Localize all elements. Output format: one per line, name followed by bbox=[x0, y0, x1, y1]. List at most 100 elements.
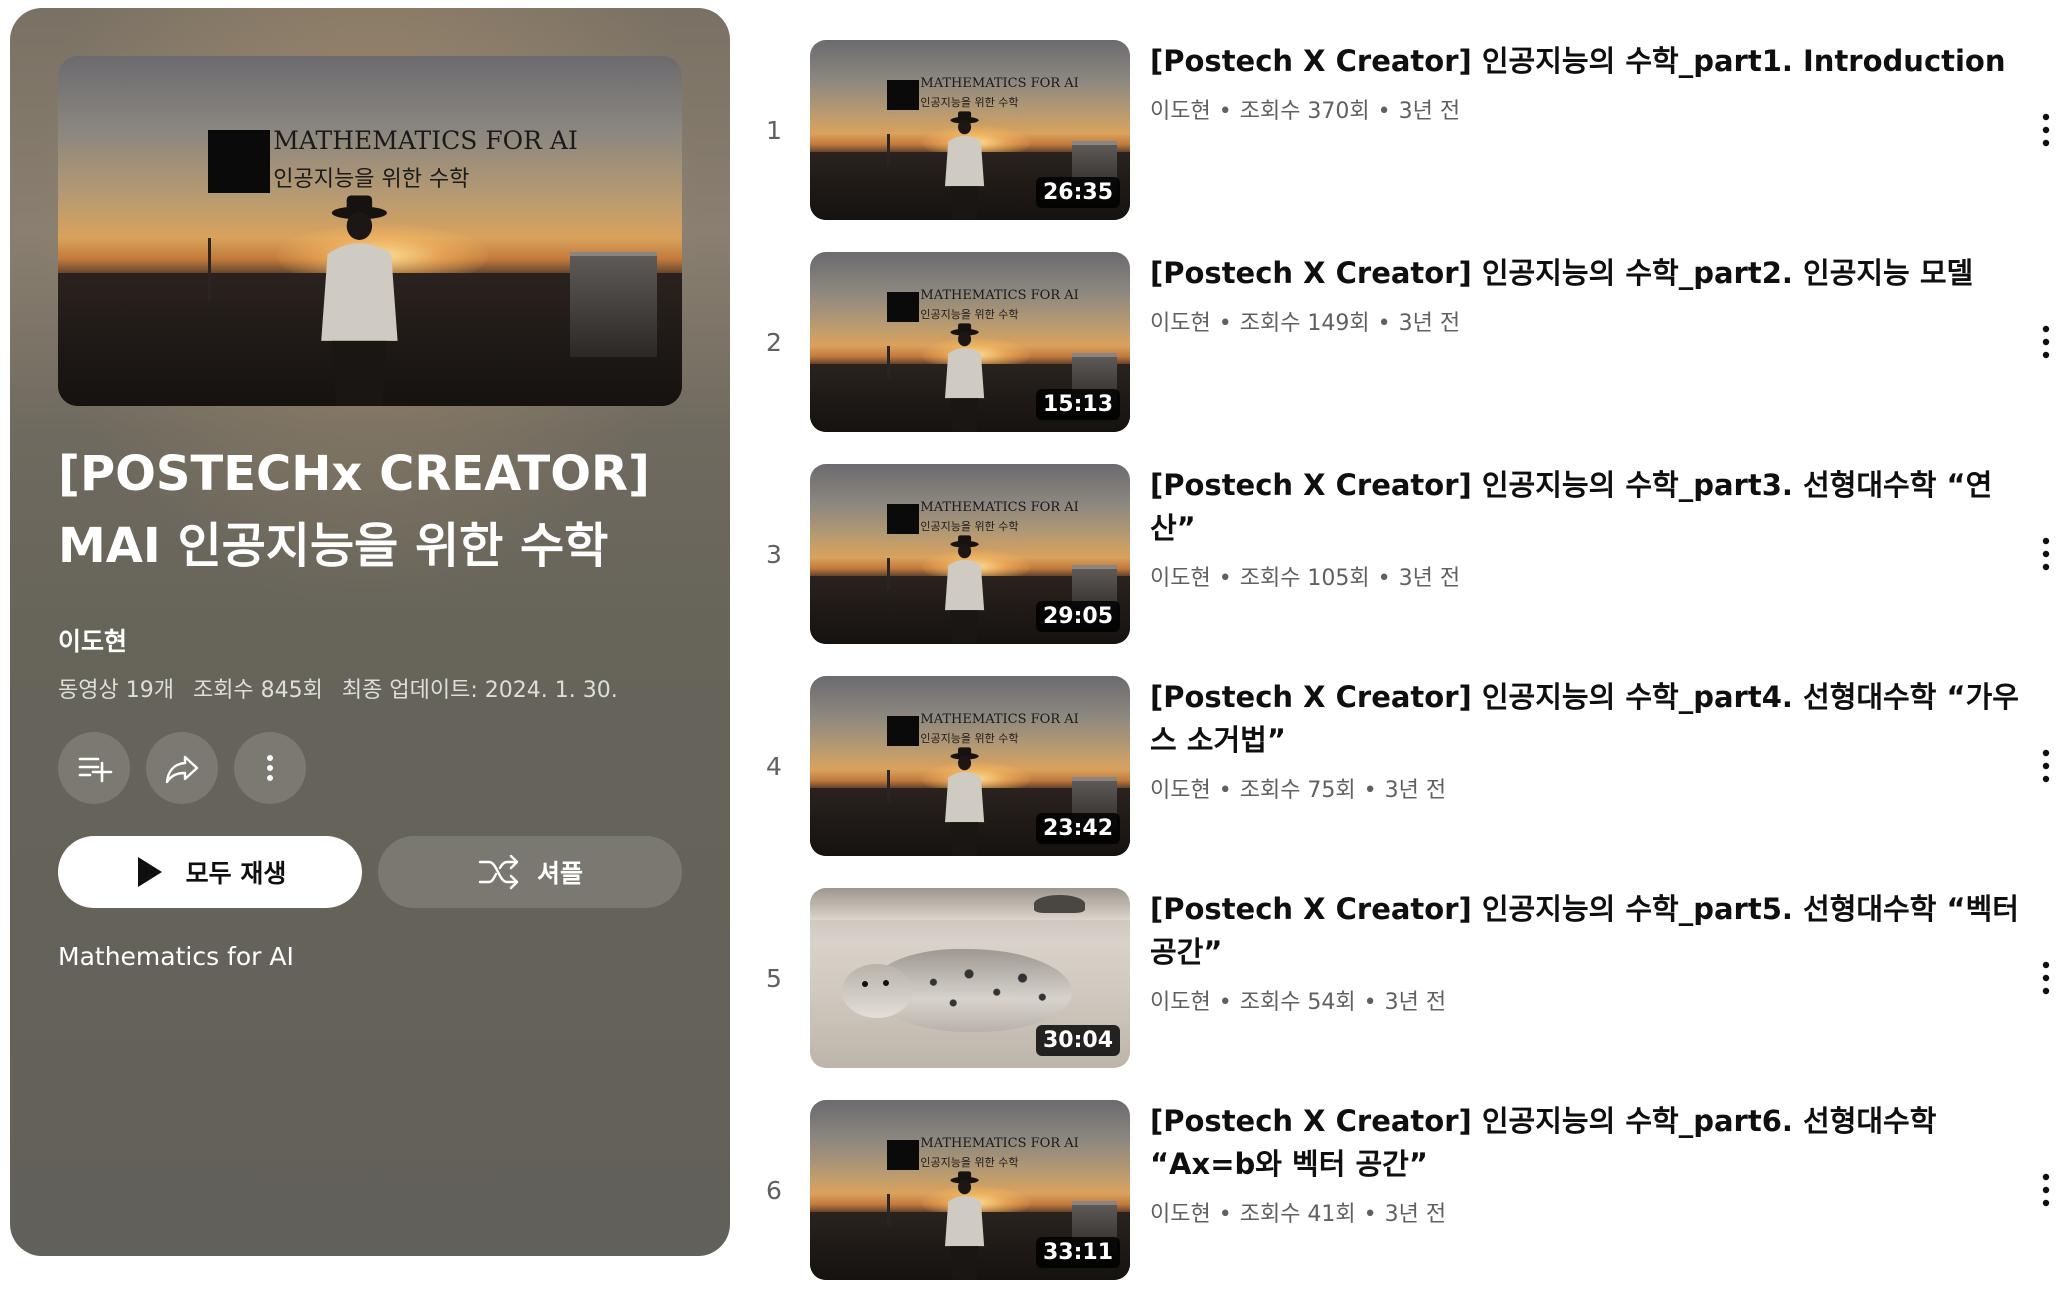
video-row[interactable]: 4 MATHEMATICS FOR AI 인공지능을 위한 수학 23:42 [… bbox=[752, 676, 2068, 888]
playlist-title-line1: [POSTECHx CREATOR] bbox=[58, 446, 650, 502]
video-title[interactable]: [Postech X Creator] 인공지능의 수학_part2. 인공지능… bbox=[1150, 252, 2020, 295]
video-title[interactable]: [Postech X Creator] 인공지능의 수학_part3. 선형대수… bbox=[1150, 464, 2020, 550]
video-more-button[interactable] bbox=[2026, 888, 2066, 1068]
logo-block bbox=[886, 715, 919, 747]
beach-rock bbox=[1034, 895, 1086, 914]
playlist-actions bbox=[58, 732, 306, 804]
thumbnail-pole bbox=[886, 1193, 890, 1226]
video-thumbnail[interactable]: MATHEMATICS FOR AI 인공지능을 위한 수학 23:42 bbox=[810, 676, 1130, 856]
share-button[interactable] bbox=[146, 732, 218, 804]
thumbnail-person bbox=[321, 195, 398, 406]
more-vertical-icon bbox=[2042, 113, 2050, 147]
video-more-button[interactable] bbox=[2026, 252, 2066, 432]
more-vertical-icon bbox=[2042, 1173, 2050, 1207]
more-vertical-icon bbox=[2042, 325, 2050, 359]
more-vertical-icon bbox=[2042, 537, 2050, 571]
channel-name[interactable]: 이도현 bbox=[1150, 311, 1211, 336]
separator-dot: • bbox=[1363, 990, 1377, 1015]
shuffle-button[interactable]: 셔플 bbox=[378, 836, 682, 908]
video-index: 4 bbox=[766, 751, 782, 781]
video-more-button[interactable] bbox=[2026, 676, 2066, 856]
view-count: 조회수 845회 bbox=[192, 678, 323, 703]
video-meta: 이도현 • 조회수 105회 • 3년 전 bbox=[1150, 560, 2020, 592]
logo-block bbox=[207, 129, 271, 193]
play-all-button[interactable]: 모두 재생 bbox=[58, 836, 362, 908]
channel-name[interactable]: 이도현 bbox=[1150, 99, 1211, 124]
thumbnail-title-korean: 인공지능을 위한 수학 bbox=[920, 308, 1019, 321]
upload-age: 3년 전 bbox=[1384, 778, 1447, 803]
separator-dot: • bbox=[1377, 566, 1391, 591]
save-to-library-button[interactable] bbox=[58, 732, 130, 804]
share-icon bbox=[165, 755, 199, 784]
more-vertical-icon bbox=[2042, 961, 2050, 995]
duration-badge: 26:35 bbox=[1035, 177, 1120, 208]
playlist-header-panel: MATHEMATICS FOR AI 인공지능을 위한 수학 [POSTECHx… bbox=[10, 8, 730, 1256]
seal-eye bbox=[861, 980, 868, 987]
view-count: 조회수 149회 bbox=[1239, 311, 1370, 336]
thumbnail-person bbox=[944, 323, 985, 432]
video-more-button[interactable] bbox=[2026, 464, 2066, 644]
video-info: [Postech X Creator] 인공지능의 수학_part3. 선형대수… bbox=[1150, 464, 2020, 592]
video-row[interactable]: 6 MATHEMATICS FOR AI 인공지능을 위한 수학 33:11 [… bbox=[752, 1100, 2068, 1312]
separator-dot: • bbox=[1377, 311, 1391, 336]
video-title[interactable]: [Postech X Creator] 인공지능의 수학_part5. 선형대수… bbox=[1150, 888, 2020, 974]
channel-name[interactable]: 이도현 bbox=[1150, 1202, 1211, 1227]
video-title[interactable]: [Postech X Creator] 인공지능의 수학_part6. 선형대수… bbox=[1150, 1100, 2020, 1186]
upload-age: 3년 전 bbox=[1398, 566, 1461, 591]
playlist-owner[interactable]: 이도현 bbox=[58, 622, 127, 658]
thumbnail-title-english: MATHEMATICS FOR AI bbox=[920, 76, 1079, 91]
upload-age: 3년 전 bbox=[1384, 990, 1447, 1015]
playlist-title-line2: MAI 인공지능을 위한 수학 bbox=[58, 518, 609, 574]
video-info: [Postech X Creator] 인공지능의 수학_part1. Intr… bbox=[1150, 40, 2020, 125]
channel-name[interactable]: 이도현 bbox=[1150, 990, 1211, 1015]
upload-age: 3년 전 bbox=[1398, 99, 1461, 124]
video-thumbnail[interactable]: MATHEMATICS FOR AI 인공지능을 위한 수학 29:05 bbox=[810, 464, 1130, 644]
video-thumbnail[interactable]: MATHEMATICS FOR AI 인공지능을 위한 수학 26:35 bbox=[810, 40, 1130, 220]
channel-name[interactable]: 이도현 bbox=[1150, 566, 1211, 591]
video-title[interactable]: [Postech X Creator] 인공지능의 수학_part1. Intr… bbox=[1150, 40, 2020, 83]
thumbnail-pole bbox=[886, 557, 890, 590]
thumbnail-title-english: MATHEMATICS FOR AI bbox=[920, 288, 1079, 303]
thumbnail-person bbox=[944, 111, 985, 220]
view-count: 조회수 41회 bbox=[1239, 1202, 1356, 1227]
video-thumbnail[interactable]: MATHEMATICS FOR AI 인공지능을 위한 수학 15:13 bbox=[810, 252, 1130, 432]
playlist-title: [POSTECHx CREATOR] MAI 인공지능을 위한 수학 bbox=[58, 438, 698, 582]
video-row[interactable]: 2 MATHEMATICS FOR AI 인공지능을 위한 수학 15:13 [… bbox=[752, 252, 2068, 464]
upload-age: 3년 전 bbox=[1384, 1202, 1447, 1227]
video-meta: 이도현 • 조회수 149회 • 3년 전 bbox=[1150, 305, 2020, 337]
video-index: 2 bbox=[766, 327, 782, 357]
thumbnail-pole bbox=[886, 345, 890, 378]
thumbnail-person bbox=[944, 1171, 985, 1280]
video-more-button[interactable] bbox=[2026, 1100, 2066, 1280]
video-meta: 이도현 • 조회수 41회 • 3년 전 bbox=[1150, 1196, 2020, 1228]
video-info: [Postech X Creator] 인공지능의 수학_part5. 선형대수… bbox=[1150, 888, 2020, 1016]
thumbnail-box bbox=[569, 252, 658, 357]
last-updated: 최종 업데이트: 2024. 1. 30. bbox=[341, 678, 618, 703]
thumbnail-pole bbox=[207, 238, 211, 301]
video-more-button[interactable] bbox=[2026, 40, 2066, 220]
seal-eye bbox=[882, 979, 889, 986]
play-icon bbox=[137, 857, 162, 887]
video-thumbnail[interactable]: MATHEMATICS FOR AI 인공지능을 위한 수학 33:11 bbox=[810, 1100, 1130, 1280]
separator-dot: • bbox=[1218, 1202, 1232, 1227]
duration-badge: 15:13 bbox=[1035, 389, 1120, 420]
seal-head bbox=[842, 963, 913, 1018]
thumbnail-person bbox=[944, 535, 985, 644]
video-thumbnail[interactable]: 30:04 bbox=[810, 888, 1130, 1068]
separator-dot: • bbox=[1218, 311, 1232, 336]
view-count: 조회수 75회 bbox=[1239, 778, 1356, 803]
separator-dot: • bbox=[1218, 566, 1232, 591]
channel-name[interactable]: 이도현 bbox=[1150, 778, 1211, 803]
logo-block bbox=[886, 503, 919, 535]
video-row[interactable]: 3 MATHEMATICS FOR AI 인공지능을 위한 수학 29:05 [… bbox=[752, 464, 2068, 676]
view-count: 조회수 54회 bbox=[1239, 990, 1356, 1015]
video-title[interactable]: [Postech X Creator] 인공지능의 수학_part4. 선형대수… bbox=[1150, 676, 2020, 762]
video-meta: 이도현 • 조회수 54회 • 3년 전 bbox=[1150, 984, 2020, 1016]
video-row[interactable]: 1 MATHEMATICS FOR AI 인공지능을 위한 수학 26:35 [… bbox=[752, 40, 2068, 252]
playlist-thumbnail[interactable]: MATHEMATICS FOR AI 인공지능을 위한 수학 bbox=[58, 56, 682, 406]
upload-age: 3년 전 bbox=[1398, 311, 1461, 336]
more-options-button[interactable] bbox=[234, 732, 306, 804]
separator-dot: • bbox=[1218, 990, 1232, 1015]
video-row[interactable]: 5 30:04 [Postech X Creator] 인공지능의 수학_par… bbox=[752, 888, 2068, 1100]
thumbnail-title-english: MATHEMATICS FOR AI bbox=[920, 712, 1079, 727]
